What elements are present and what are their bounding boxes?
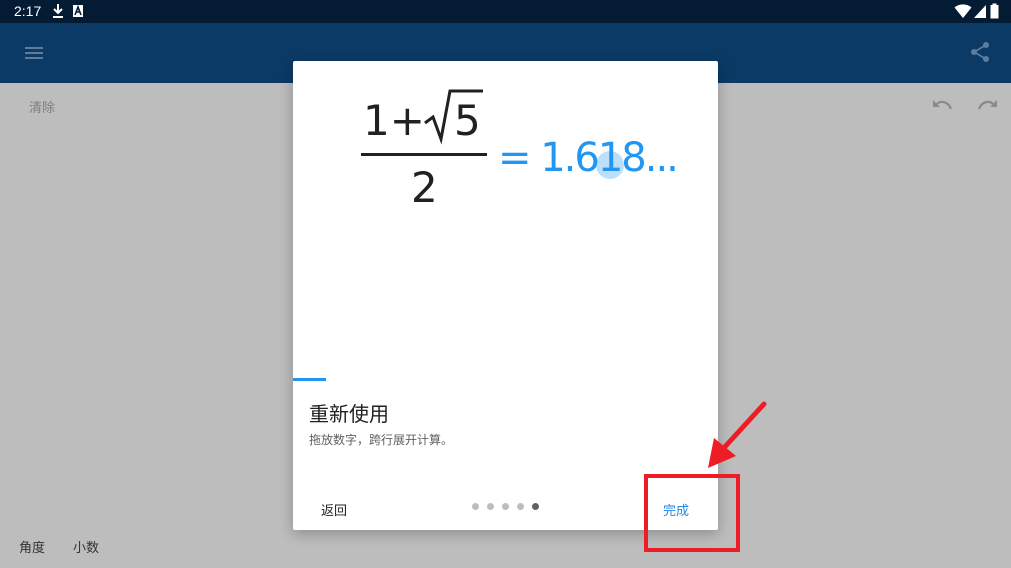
formula-result: = 1.618... bbox=[498, 135, 677, 181]
font-icon bbox=[73, 4, 83, 17]
clear-button[interactable]: 清除 bbox=[29, 97, 55, 116]
angle-mode-label[interactable]: 角度 bbox=[19, 541, 45, 556]
download-icon bbox=[53, 4, 63, 18]
pager-dots bbox=[472, 503, 547, 511]
battery-icon bbox=[990, 3, 999, 19]
pager-dot-active[interactable] bbox=[532, 503, 539, 510]
formula-numerator-prefix: 1+ bbox=[363, 96, 425, 145]
status-time: 2:17 bbox=[14, 3, 42, 19]
signal-icon bbox=[974, 5, 986, 18]
wifi-icon bbox=[954, 4, 972, 18]
golden-ratio-illustration: 1+ 5 2 = 1.618... bbox=[361, 89, 679, 212]
share-icon[interactable] bbox=[969, 41, 991, 63]
formula-denominator: 2 bbox=[411, 163, 438, 212]
redo-icon[interactable] bbox=[976, 96, 1000, 118]
annotation-arrow-icon bbox=[708, 401, 767, 468]
page-indicator-line bbox=[293, 378, 326, 381]
status-bar: 2:17 bbox=[0, 0, 1011, 23]
undo-icon[interactable] bbox=[930, 96, 954, 118]
pager-dot[interactable] bbox=[517, 503, 524, 510]
mode-labels: 角度 小数 bbox=[19, 537, 127, 556]
pager-dot[interactable] bbox=[472, 503, 479, 510]
menu-icon[interactable] bbox=[24, 43, 44, 63]
dialog-title: 重新使用 bbox=[309, 402, 389, 426]
dialog-description: 拖放数字，跨行展开计算。 bbox=[309, 433, 454, 447]
pager-dot[interactable] bbox=[487, 503, 494, 510]
formula-radical-value: 5 bbox=[454, 96, 481, 145]
annotation-highlight-box bbox=[644, 474, 740, 552]
onboarding-dialog: 1+ 5 2 = 1.618... 重新使用 拖放数字，跨行展开计算。 返回 完… bbox=[293, 61, 718, 530]
pager-dot[interactable] bbox=[502, 503, 509, 510]
back-button[interactable]: 返回 bbox=[311, 494, 357, 525]
decimal-mode-label[interactable]: 小数 bbox=[73, 541, 99, 556]
fraction-bar bbox=[361, 153, 487, 156]
touch-indicator bbox=[596, 151, 624, 179]
